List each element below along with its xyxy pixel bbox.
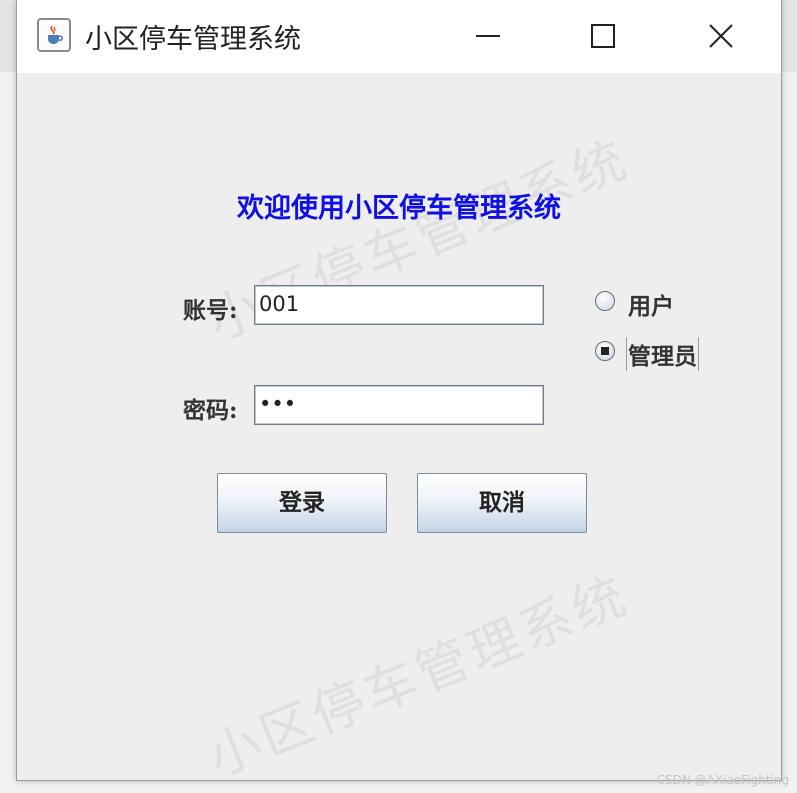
password-input[interactable]: ••• <box>254 385 544 425</box>
title-bar[interactable]: 小区停车管理系统 <box>17 0 781 73</box>
account-label: 账号: <box>183 297 238 324</box>
login-button[interactable]: 登录 <box>217 473 387 533</box>
cancel-button[interactable]: 取消 <box>417 473 587 533</box>
role-admin-label[interactable]: 管理员 <box>626 337 699 371</box>
java-cup-icon <box>37 18 71 52</box>
close-icon[interactable] <box>701 16 741 56</box>
radio-selected-mark <box>601 347 609 355</box>
watermark-bottom: 小区停车管理系统 <box>199 565 638 780</box>
credit-watermark: CSDN @AXiaoFighting <box>656 773 789 787</box>
account-input[interactable]: 001 <box>254 285 544 325</box>
window-title: 小区停车管理系统 <box>85 24 301 55</box>
welcome-heading: 欢迎使用小区停车管理系统 <box>237 193 561 224</box>
radio-checked-icon[interactable] <box>595 341 615 361</box>
content-panel: 小区停车管理系统 小区停车管理系统 欢迎使用小区停车管理系统 账号: 001 密… <box>17 73 781 780</box>
minimize-icon[interactable] <box>468 16 508 56</box>
radio-unchecked-icon[interactable] <box>595 291 615 311</box>
login-window: 小区停车管理系统 小区停车管理系统 小区停车管理系统 欢迎使用小区停车管理系统 … <box>16 0 782 781</box>
maximize-icon[interactable] <box>583 16 623 56</box>
password-label: 密码: <box>183 397 238 424</box>
role-user-label[interactable]: 用户 <box>628 287 674 321</box>
